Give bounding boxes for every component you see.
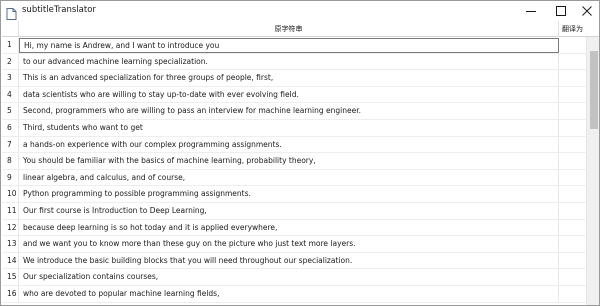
source-text-cell-editing[interactable]: Hi, my name is Andrew, and I want to int…: [19, 38, 559, 53]
table-row[interactable]: 4 data scientists who are willing to stay…: [2, 86, 586, 104]
column-header-translation-label: 翻译为: [562, 25, 583, 33]
table-row[interactable]: 8 You should be familiar with the basics …: [2, 153, 586, 170]
translation-cell[interactable]: [559, 269, 586, 285]
row-number[interactable]: 16: [2, 285, 19, 302]
source-text-cell[interactable]: a hands-on experience with our complex p…: [19, 136, 559, 153]
table-row[interactable]: 2 to our advanced machine learning specia…: [2, 53, 586, 71]
column-header-source[interactable]: 原字符串: [19, 21, 559, 37]
row-number[interactable]: 7: [2, 136, 19, 153]
source-text-cell[interactable]: Python programming to possible programmi…: [19, 186, 559, 202]
table-row[interactable]: 13 and we want you to know more than thes…: [2, 236, 586, 253]
source-text-cell[interactable]: We introduce the basic building blocks t…: [19, 252, 559, 269]
table-row[interactable]: 7a hands-on experience with our complex …: [2, 136, 586, 154]
translation-cell[interactable]: [559, 170, 586, 186]
translation-cell[interactable]: [559, 236, 586, 252]
row-number[interactable]: 5: [2, 103, 19, 119]
row-number[interactable]: 14: [2, 252, 19, 269]
scrollbar-thumb[interactable]: [590, 51, 598, 129]
table-row[interactable]: 15 Our specialization contains courses,: [2, 269, 586, 286]
source-text-cell[interactable]: You should be familiar with the basics o…: [19, 153, 559, 169]
source-text-cell[interactable]: Our first course is Introduction to Deep…: [19, 202, 559, 219]
translation-cell[interactable]: [559, 120, 586, 136]
table-header: 原字符串 翻译为: [2, 21, 599, 37]
maximize-icon: [556, 6, 566, 16]
maximize-button[interactable]: [547, 1, 575, 21]
header-corner[interactable]: [2, 21, 19, 37]
table-row[interactable]: 5 Second, programmers who are willing to …: [2, 103, 586, 120]
source-text-cell[interactable]: This is an advanced specialization for t…: [19, 70, 559, 86]
translation-cell[interactable]: [559, 137, 586, 153]
row-number[interactable]: 2: [2, 53, 19, 70]
row-number[interactable]: 4: [2, 86, 19, 103]
table-row[interactable]: 14 We introduce the basic building blocks…: [2, 252, 586, 270]
row-number[interactable]: 13: [2, 236, 19, 252]
row-number[interactable]: 11: [2, 202, 19, 219]
app-icon: [6, 5, 17, 20]
source-text-cell[interactable]: because deep learning is so hot today an…: [19, 219, 559, 236]
window-title: subtitleTranslator: [22, 5, 96, 15]
source-text-cell[interactable]: linear algebra, and calculus, and of cou…: [19, 169, 559, 186]
source-text-cell[interactable]: who are devoted to popular machine learn…: [19, 285, 559, 302]
source-text-cell[interactable]: and we want you to know more than these …: [19, 236, 559, 252]
row-number[interactable]: 10: [2, 186, 19, 202]
table-row[interactable]: 16 who are devoted to popular machine lea…: [2, 285, 586, 303]
row-number[interactable]: 15: [2, 269, 19, 285]
translation-cell[interactable]: [559, 37, 586, 53]
table-row[interactable]: 6 Third, students who want to get: [2, 119, 586, 137]
column-header-translation[interactable]: 翻译为: [559, 21, 586, 37]
source-text-cell[interactable]: Our specialization contains courses,: [19, 269, 559, 285]
source-text-cell[interactable]: Third, students who want to get: [19, 119, 559, 136]
table-row[interactable]: 11 Our first course is Introduction to De…: [2, 202, 586, 220]
subtitle-table: 原字符串 翻译为 1 Hi, my name is Andrew, and I w…: [2, 21, 599, 305]
close-button[interactable]: [573, 1, 599, 21]
translation-cell[interactable]: [559, 153, 586, 169]
table-row[interactable]: 9 linear algebra, and calculus, and of co…: [2, 169, 586, 187]
source-text-cell[interactable]: Second, programmers who are willing to p…: [19, 103, 559, 119]
row-number[interactable]: 6: [2, 119, 19, 136]
translation-cell[interactable]: [559, 186, 586, 202]
translation-cell[interactable]: [559, 286, 586, 302]
row-number[interactable]: 12: [2, 219, 19, 236]
translation-cell[interactable]: [559, 70, 586, 86]
table-row[interactable]: 10 Python programming to possible program…: [2, 186, 586, 203]
close-icon: [582, 6, 592, 16]
row-number[interactable]: 9: [2, 169, 19, 186]
row-number[interactable]: 1: [2, 37, 19, 53]
source-text-cell[interactable]: data scientists who are willing to stay …: [19, 86, 559, 103]
minimize-button[interactable]: [517, 1, 545, 21]
row-number[interactable]: 3: [2, 70, 19, 86]
title-bar[interactable]: subtitleTranslator: [1, 1, 599, 21]
source-text-cell[interactable]: to our advanced machine learning special…: [19, 53, 559, 70]
sort-up-icon: [286, 21, 294, 30]
table-body: 1 Hi, my name is Andrew, and I want to in…: [2, 37, 586, 303]
row-number[interactable]: 8: [2, 153, 19, 169]
app-window: subtitleTranslator 原字符串 翻译为 1 Hi, my nam…: [0, 0, 600, 306]
translation-cell[interactable]: [559, 54, 586, 70]
minimize-icon: [526, 11, 536, 12]
table-row[interactable]: 3 This is an advanced specialization for …: [2, 70, 586, 87]
translation-cell[interactable]: [559, 103, 586, 119]
translation-cell[interactable]: [559, 220, 586, 236]
table-row[interactable]: 1 Hi, my name is Andrew, and I want to in…: [2, 37, 586, 54]
table-row[interactable]: 12 because deep learning is so hot today …: [2, 219, 586, 237]
vertical-scrollbar[interactable]: [586, 37, 599, 305]
translation-cell[interactable]: [559, 203, 586, 219]
translation-cell[interactable]: [559, 253, 586, 269]
translation-cell[interactable]: [559, 87, 586, 103]
